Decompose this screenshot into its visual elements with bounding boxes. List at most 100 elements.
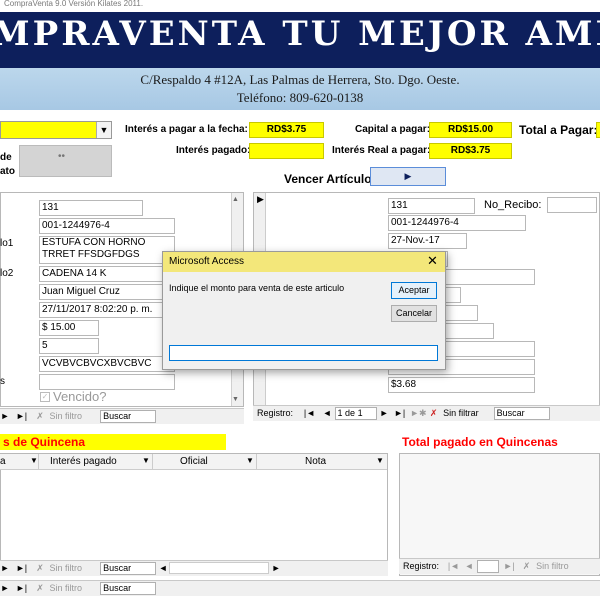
col-dropdown-icon[interactable]: ▼ <box>142 456 150 465</box>
interes-real-value: RD$3.75 <box>429 143 512 159</box>
nav-next-icon[interactable]: ► <box>0 409 10 423</box>
field-nota[interactable]: VCVBVCBVCXBVCBVC <box>39 356 175 372</box>
accept-button[interactable]: Aceptar <box>391 282 437 299</box>
field-articulo1[interactable]: ESTUFA CON HORNO TRRET FFSDGFDGS <box>39 236 175 264</box>
field-id[interactable]: 131 <box>39 200 143 216</box>
filter-icon[interactable]: ✗ <box>520 559 534 573</box>
right-field-id[interactable]: 131 <box>388 198 475 214</box>
no-recibo-label: No_Recibo: <box>484 199 542 211</box>
nav-next-icon[interactable]: ► <box>0 561 10 575</box>
no-recibo-field[interactable] <box>547 197 597 213</box>
main-record-nav: ► ►| ✗ Sin filtro Buscar <box>0 580 600 596</box>
nav-last-icon[interactable]: ►| <box>501 559 517 573</box>
registro-label: Registro: <box>257 408 294 418</box>
record-counter[interactable]: 1 de 1 <box>334 407 377 420</box>
nav-first-icon[interactable]: |◄ <box>300 406 320 420</box>
total-pagado-nav: Registro: |◄ ◄ ►| ✗ Sin filtro <box>399 558 600 574</box>
total-pagado-title: Total pagado en Quincenas <box>402 435 558 449</box>
left-record-nav: ► ►| ✗ Sin filtro Buscar <box>0 408 244 424</box>
quincena-nav: ► ►| ✗ Sin filtro Buscar ◄ ► <box>0 560 388 576</box>
registro-label: Registro: <box>403 561 440 571</box>
field-dias[interactable]: 5 <box>39 338 99 354</box>
col-dropdown-icon[interactable]: ▼ <box>246 456 254 465</box>
nav-last-icon[interactable]: ►| <box>392 406 408 420</box>
interes-fecha-value: RD$3.75 <box>249 122 324 138</box>
dialog-title: Microsoft Access <box>169 256 245 267</box>
phone-line: Teléfono: 809-620-0138 <box>236 90 364 105</box>
nav-first-icon[interactable]: |◄ <box>446 559 462 573</box>
scroll-up-icon[interactable]: ▲ <box>232 196 239 203</box>
cancel-button[interactable]: Cancelar <box>391 305 437 322</box>
field-label-3: s <box>0 376 5 387</box>
col-header-interes[interactable]: Interés pagado <box>50 456 117 467</box>
col-divider <box>38 454 39 470</box>
input-dialog: Microsoft Access ✕ Indique el monto para… <box>162 251 446 370</box>
field-cliente[interactable]: Juan Miguel Cruz <box>39 284 175 300</box>
vencido-label: Vencido? <box>53 389 107 404</box>
nav-prev-icon[interactable]: ◄ <box>464 559 474 573</box>
nav-next-icon[interactable]: ► <box>379 406 389 420</box>
hscroll-right-icon[interactable]: ► <box>272 561 281 575</box>
total-label: Total a Pagar: <box>519 123 598 137</box>
hscroll-thumb[interactable] <box>169 562 270 574</box>
photo-placeholder <box>19 145 112 177</box>
col-header-oficial[interactable]: Oficial <box>180 456 208 467</box>
filter-icon[interactable]: ✗ <box>427 406 441 420</box>
address-line: C/Respaldo 4 #12A, Las Palmas de Herrera… <box>140 72 460 87</box>
interes-fecha-label: Interés a pagar a la fecha: <box>125 124 248 135</box>
nav-last-icon[interactable]: ►| <box>13 581 31 595</box>
col-divider <box>256 454 257 470</box>
field-fecha[interactable]: 27/11/2017 8:02:20 p. m. <box>39 302 175 318</box>
record-counter[interactable] <box>476 560 499 573</box>
chevron-down-icon[interactable]: ▼ <box>96 122 111 138</box>
close-icon[interactable]: ✕ <box>427 253 438 269</box>
left-search-input[interactable]: Buscar <box>100 410 157 423</box>
filter-status[interactable]: Sin filtro <box>536 559 578 573</box>
amount-input[interactable] <box>169 345 438 361</box>
col-dropdown-icon[interactable]: ▼ <box>376 456 384 465</box>
total-value <box>596 122 600 138</box>
filter-status[interactable]: Sin filtro <box>50 561 98 575</box>
field-extra[interactable] <box>39 374 175 390</box>
capital-label: Capital a pagar: <box>355 124 431 135</box>
interes-real-label: Interés Real a pagar: <box>332 145 431 156</box>
nav-last-icon[interactable]: ►| <box>13 561 31 575</box>
address-header: C/Respaldo 4 #12A, Las Palmas de Herrera… <box>0 68 600 110</box>
scroll-down-icon[interactable]: ▼ <box>232 396 239 403</box>
nav-next-icon[interactable]: ► <box>0 581 10 595</box>
window-title: CompraVenta 9.0 Versión Kilates 2011. <box>0 0 600 12</box>
filter-icon[interactable]: ✗ <box>33 561 47 575</box>
filter-icon[interactable]: ✗ <box>33 409 47 423</box>
col-header-nota[interactable]: Nota <box>305 456 326 467</box>
filter-icon[interactable]: ✗ <box>33 581 47 595</box>
new-record-icon[interactable]: ►✱ <box>410 406 426 420</box>
filter-status[interactable]: Sin filtro <box>50 581 98 595</box>
right-field-fecha[interactable]: 27-Nov.-17 <box>388 233 467 249</box>
dialog-titlebar[interactable]: Microsoft Access ✕ <box>163 252 445 272</box>
dialog-message: Indique el monto para venta de este arti… <box>169 283 345 293</box>
right-field-cedula[interactable]: 001-1244976-4 <box>388 215 526 231</box>
vencer-button[interactable]: ▶ <box>370 167 446 186</box>
vencido-checkbox[interactable]: ✓ <box>40 392 50 402</box>
hscroll-left-icon[interactable]: ◄ <box>159 561 168 575</box>
nav-prev-icon[interactable]: ◄ <box>322 406 332 420</box>
field-articulo2[interactable]: CADENA 14 K <box>39 266 175 282</box>
right-field-11[interactable]: $3.68 <box>388 377 535 393</box>
quincena-title: s de Quincena <box>0 434 226 450</box>
vencer-label: Vencer Artículo <box>284 172 372 186</box>
filter-status[interactable]: Sin filtro <box>50 409 98 423</box>
interes-pagado-label: Interés pagado: <box>176 145 251 156</box>
company-banner: MPRAVENTA TU MEJOR AMIGA S <box>0 12 600 68</box>
main-search-input[interactable]: Buscar <box>100 582 157 595</box>
right-search-input[interactable]: Buscar <box>493 407 550 420</box>
quincena-search-input[interactable]: Buscar <box>100 562 157 575</box>
nav-new-icon[interactable]: ►| <box>13 409 31 423</box>
filter-status[interactable]: Sin filtrar <box>443 406 491 420</box>
field-cedula[interactable]: 001-1244976-4 <box>39 218 175 234</box>
interes-pagado-value <box>249 143 324 159</box>
side-label-1: de <box>0 152 12 163</box>
field-monto[interactable]: $ 15.00 <box>39 320 99 336</box>
field-label-1: lo1 <box>0 238 14 249</box>
capital-value: RD$15.00 <box>429 122 512 138</box>
col-dropdown-icon[interactable]: ▼ <box>30 456 38 465</box>
